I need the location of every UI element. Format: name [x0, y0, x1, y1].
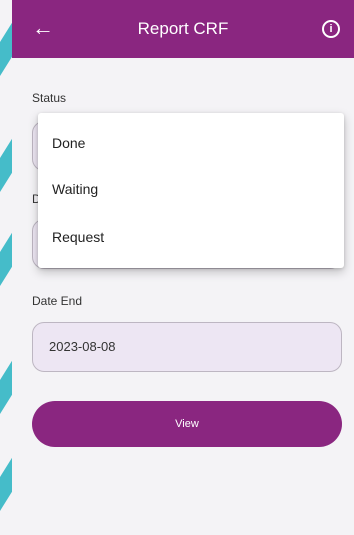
date-end-label: Date End [32, 294, 83, 308]
date-end-field[interactable]: 2023-08-08 [32, 322, 342, 372]
page-title: Report CRF [137, 19, 229, 38]
dropdown-option-waiting[interactable]: Waiting [38, 166, 344, 212]
info-icon[interactable]: i [322, 20, 340, 38]
app-bar: ← Report CRF i [12, 0, 354, 58]
dropdown-option-request[interactable]: Request [38, 214, 344, 260]
view-button[interactable]: View [32, 401, 342, 447]
status-dropdown-menu: Done Waiting Request [38, 113, 344, 268]
dropdown-option-done[interactable]: Done [38, 120, 344, 166]
status-label: Status [32, 91, 67, 105]
